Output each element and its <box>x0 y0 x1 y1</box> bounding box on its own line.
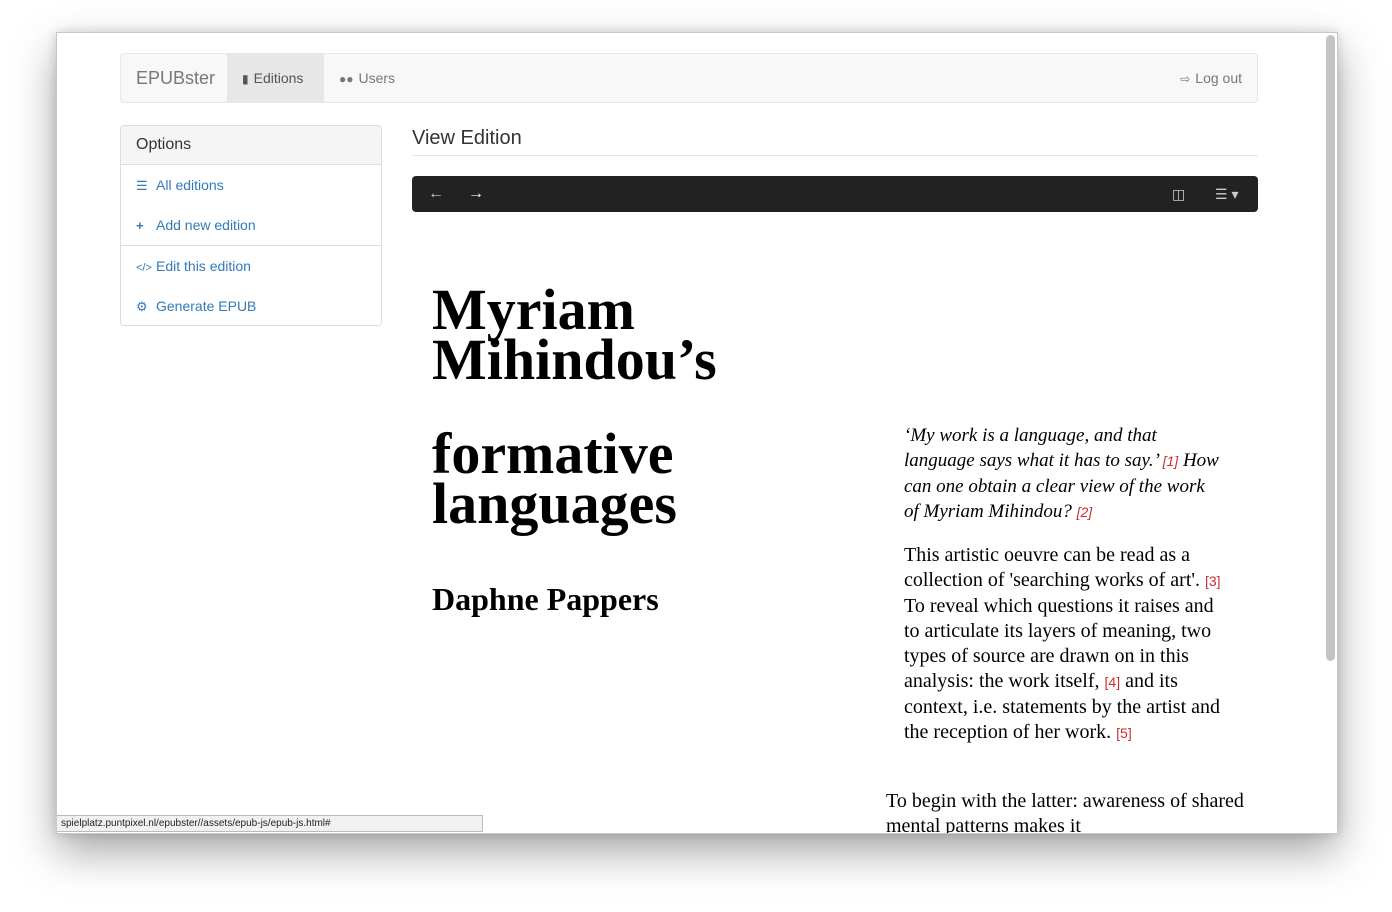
page-title: View Edition <box>412 125 1258 156</box>
nav-editions[interactable]: ▮ Editions <box>227 54 324 102</box>
prev-page-arrow-icon[interactable]: ← <box>428 176 444 212</box>
epigraph-quote: ‘My work is a language, and that languag… <box>904 425 1158 471</box>
nav-users-label: Users <box>358 70 396 86</box>
body-paragraph: To begin with the latter: awareness of s… <box>886 790 1244 833</box>
status-bar-url: spielplatz.puntpixel.nl/epubster//assets… <box>57 815 483 832</box>
list-icon: ☰ <box>136 178 148 193</box>
intro-paragraph: This artistic oeuvre can be read as a co… <box>904 543 1224 746</box>
code-icon: </> <box>136 262 152 274</box>
footnote-link-4[interactable]: [4] <box>1105 674 1121 690</box>
two-column-view-icon[interactable]: ◫ <box>1172 176 1185 212</box>
para1a: This artistic oeuvre can be read as a co… <box>904 544 1200 591</box>
options-panel: Options ☰ All editions + Add new edition <… <box>120 125 382 326</box>
footnote-link-2[interactable]: [2] <box>1077 504 1093 520</box>
nav-editions-label: Editions <box>253 70 304 86</box>
nav-users[interactable]: ●● Users <box>324 54 410 102</box>
sidebar-item-generate-epub[interactable]: ⚙ Generate EPUB <box>121 286 381 326</box>
sign-out-icon: ⇨ <box>1180 72 1191 86</box>
sidebar-item-label: Add new edition <box>156 217 256 233</box>
navbar: EPUBster ▮ Editions ●● Users ⇨ Log out <box>120 53 1258 103</box>
sidebar-item-add-edition[interactable]: + Add new edition <box>121 205 381 245</box>
scrollbar[interactable] <box>1326 35 1335 661</box>
plus-icon: + <box>136 218 144 233</box>
reader-toolbar: ← → ◫ ☰ ▾ <box>412 176 1258 212</box>
book-icon: ▮ <box>242 72 249 86</box>
book-title-block: Myriam Mihindou’s formative languages Da… <box>432 277 852 618</box>
table-of-contents-icon[interactable]: ☰ ▾ <box>1215 176 1238 212</box>
sidebar-item-label: Edit this edition <box>156 258 251 274</box>
next-page-arrow-icon[interactable]: → <box>468 176 484 212</box>
book-author: Daphne Pappers <box>432 581 659 617</box>
footnote-link-5[interactable]: [5] <box>1116 725 1132 741</box>
sidebar-item-label: All editions <box>156 177 224 193</box>
brand-link[interactable]: EPUBster <box>136 54 215 102</box>
sidebar-item-all-editions[interactable]: ☰ All editions <box>121 165 381 205</box>
browser-window: EPUBster ▮ Editions ●● Users ⇨ Log out Opti… <box>56 32 1338 834</box>
book-text-column: ‘My work is a language, and that languag… <box>904 423 1224 764</box>
epub-viewer[interactable]: Myriam Mihindou’s formative languages Da… <box>412 243 1258 834</box>
users-icon: ●● <box>339 72 354 86</box>
epigraph: ‘My work is a language, and that languag… <box>904 423 1224 525</box>
options-heading: Options <box>121 126 381 165</box>
sidebar-item-edit-edition[interactable]: </> Edit this edition <box>121 246 381 286</box>
book-title-line2: formative languages <box>432 421 677 536</box>
logout-link[interactable]: ⇨ Log out <box>1165 54 1257 102</box>
book-title-line1: Myriam Mihindou’s <box>432 277 717 392</box>
footnote-link-3[interactable]: [3] <box>1205 573 1221 589</box>
logout-label: Log out <box>1195 70 1242 86</box>
gears-icon: ⚙ <box>136 299 148 314</box>
sidebar-item-label: Generate EPUB <box>156 298 257 314</box>
footnote-link-1[interactable]: [1] <box>1163 453 1179 469</box>
